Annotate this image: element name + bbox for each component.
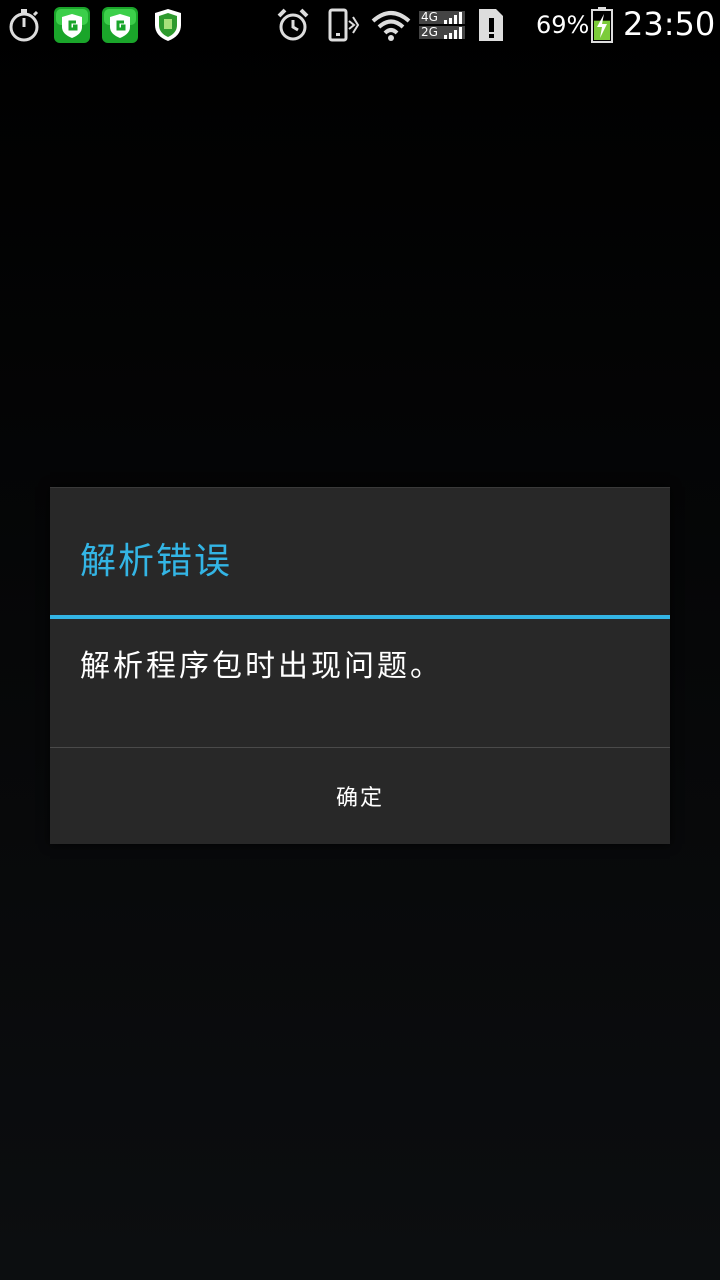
stopwatch-icon: [9, 9, 39, 42]
ok-button-label: 确定: [335, 786, 384, 811]
dialog-title: 解析错误: [80, 541, 233, 582]
dialog-message: 解析程序包时出现问题。: [80, 649, 443, 684]
clock-time: 23:50: [623, 5, 716, 43]
ok-button[interactable]: 确定: [50, 748, 670, 844]
vibrate-icon: [328, 8, 360, 42]
wifi-icon: [371, 11, 411, 41]
parse-error-dialog: 解析错误 解析程序包时出现问题。 确定: [50, 487, 670, 844]
status-bar: 4G 2G 69% 23:50: [0, 0, 720, 50]
alarm-icon: [277, 8, 309, 41]
signal-4g-2g-icon: 4G 2G: [419, 7, 465, 43]
sim-alert-icon: [479, 9, 503, 41]
battery-charging-icon: [591, 7, 613, 43]
battery-percent-text: 69%: [536, 11, 590, 39]
app-shield-icon: [102, 7, 138, 43]
app-shield-icon: [54, 7, 90, 43]
security-shield-icon: [155, 9, 181, 41]
title-divider: [50, 615, 670, 619]
